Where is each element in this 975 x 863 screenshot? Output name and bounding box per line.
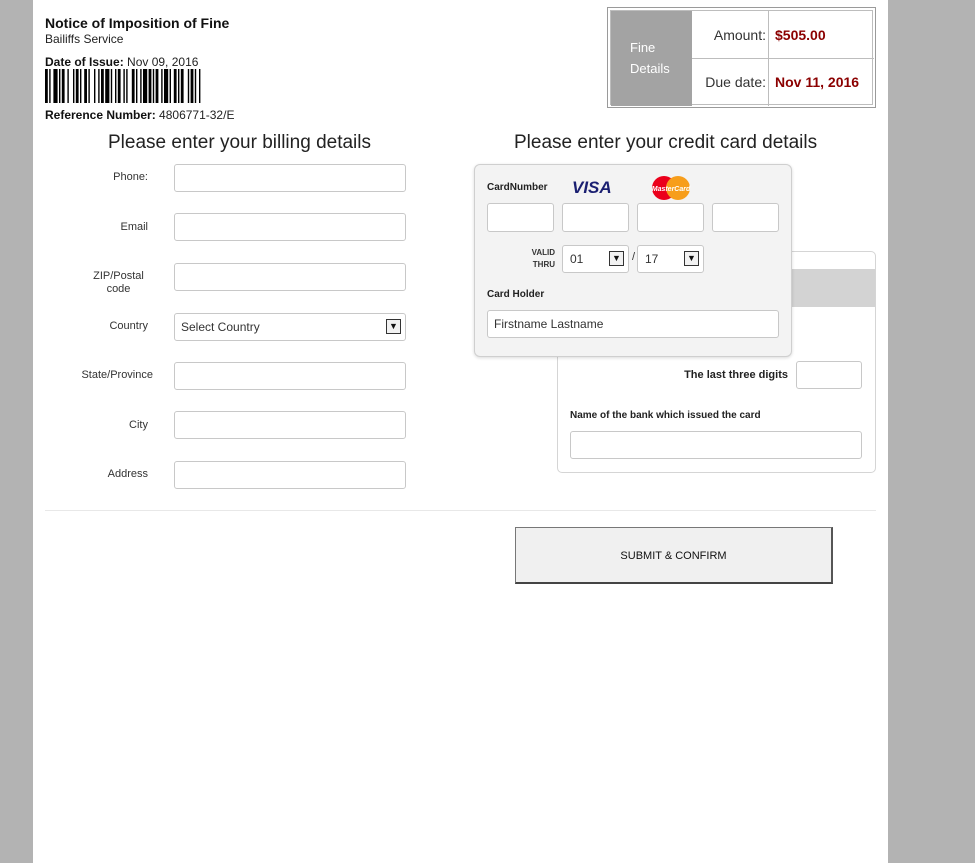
phone-input[interactable] [174,164,406,192]
cvv-input[interactable] [796,361,862,389]
city-label: City [129,419,148,431]
amount-label: Amount: [692,11,768,59]
country-select[interactable]: Select Country ▼ [174,313,406,341]
zip-label: ZIP/Postal code [93,270,144,295]
notice-title: Notice of Imposition of Fine [45,15,230,31]
email-label: Email [120,221,148,233]
address-label: Address [107,468,148,480]
barcode-icon [45,69,201,103]
expiry-year-value: 17 [645,252,659,266]
issuer-name: Bailiffs Service [45,32,124,46]
billing-heading: Please enter your billing details [108,132,371,153]
cvv-label: The last three digits [684,369,788,381]
page: Notice of Imposition of Fine Bailiffs Se… [33,0,888,863]
valid-thru-label: VALID THRU [531,248,555,269]
chevron-down-icon[interactable]: ▼ [684,251,699,266]
card-number-input-1[interactable] [487,203,554,232]
card-holder-input[interactable]: Firstname Lastname [487,310,779,338]
date-of-issue-label: Date of Issue: [45,55,124,69]
phone-label: Phone: [113,171,148,183]
expiry-month-select[interactable]: 01 ▼ [562,245,629,273]
email-input[interactable] [174,213,406,241]
amount-value: $505.00 [768,11,874,59]
card-number-input-2[interactable] [562,203,629,232]
card-number-input-4[interactable] [712,203,779,232]
reference-number: Reference Number: 4806771-32/E [45,108,234,122]
expiry-separator: / [632,251,636,263]
bank-input[interactable] [570,431,862,459]
due-date-label: Due date: [705,74,766,90]
expiry-month-value: 01 [570,252,584,266]
divider [45,510,876,511]
date-of-issue-value: Nov 09, 2016 [127,55,199,69]
bank-label: Name of the bank which issued the card [570,410,761,421]
fine-details-box: Fine Details Amount: $505.00 Due date: N… [607,7,876,108]
state-label: State/Province [81,369,153,381]
expiry-year-select[interactable]: 17 ▼ [637,245,704,273]
date-of-issue: Date of Issue: Nov 09, 2016 [45,55,198,69]
state-input[interactable] [174,362,406,390]
card-number-input-3[interactable] [637,203,704,232]
chevron-down-icon[interactable]: ▼ [609,251,624,266]
country-label: Country [109,320,148,332]
reference-label: Reference Number: [45,108,156,122]
address-input[interactable] [174,461,406,489]
city-input[interactable] [174,411,406,439]
zip-input[interactable] [174,263,406,291]
card-heading: Please enter your credit card details [514,132,818,153]
card-front-panel: CardNumber VISA MasterCard VALID THRU 01… [474,164,792,357]
submit-confirm-button[interactable]: SUBMIT & CONFIRM [515,527,833,584]
fine-details-label: Fine Details [611,11,692,106]
mastercard-logo: MasterCard [652,176,691,200]
mastercard-logo-text: MasterCard [652,186,691,193]
reference-value: 4806771-32/E [159,108,235,122]
due-date-value: Nov 11, 2016 [768,59,874,106]
chevron-down-icon[interactable]: ▼ [386,319,401,334]
country-select-value: Select Country [181,320,260,334]
cardnumber-label: CardNumber [487,182,548,193]
card-holder-label: Card Holder [487,289,545,300]
visa-logo: VISA [572,178,612,197]
